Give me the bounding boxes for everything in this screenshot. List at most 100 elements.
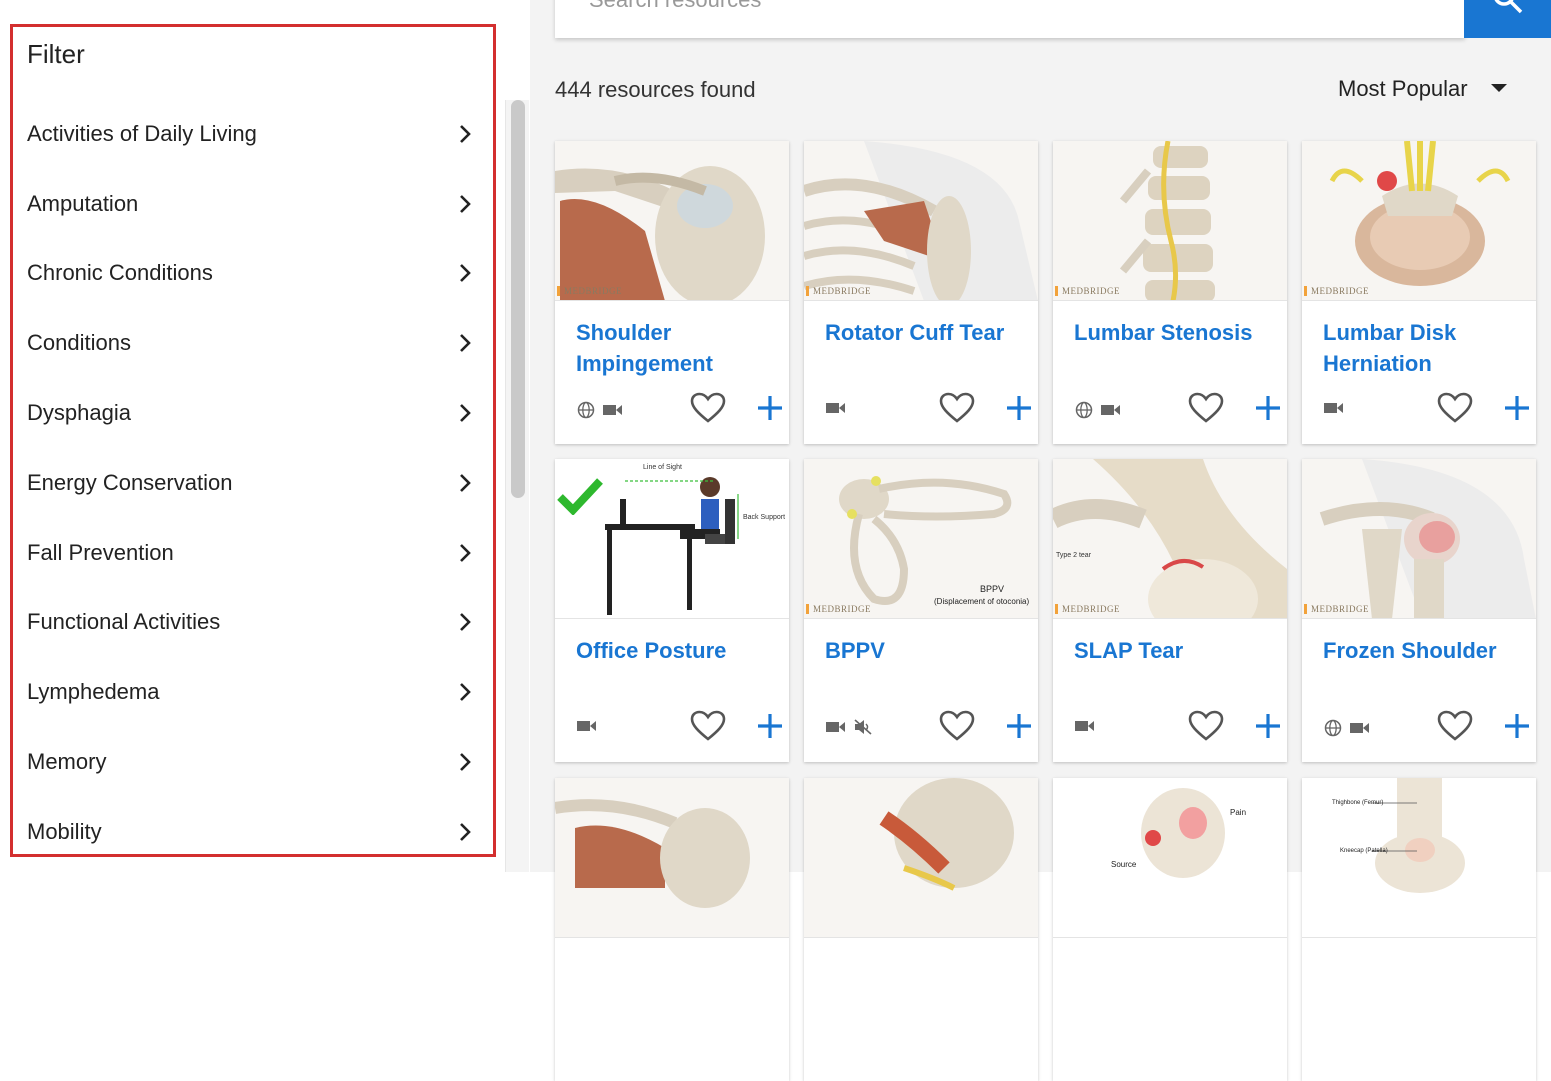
media-icons: [577, 719, 597, 738]
favorite-heart-icon[interactable]: [938, 389, 976, 427]
thumb-label-source: Source: [1111, 860, 1137, 869]
filter-item-dysphagia[interactable]: Dysphagia: [13, 378, 493, 448]
filter-item-functional-activities[interactable]: Functional Activities: [13, 588, 493, 658]
resource-card-slap-tear[interactable]: Type 2 tear MEDBRIDGE SLAP Tear: [1053, 459, 1287, 762]
resource-card[interactable]: [555, 778, 789, 1081]
filter-item-label: Lymphedema: [27, 679, 160, 705]
search-button[interactable]: [1464, 0, 1551, 38]
resource-card-office-posture[interactable]: Line of Sight Back Support Office Postur…: [555, 459, 789, 762]
filter-item-chronic-conditions[interactable]: Chronic Conditions: [13, 239, 493, 309]
add-plus-icon[interactable]: [1249, 707, 1287, 745]
resource-title: Rotator Cuff Tear: [825, 320, 1005, 345]
filter-item-mobility[interactable]: Mobility: [13, 797, 493, 854]
add-plus-icon[interactable]: [1000, 707, 1038, 745]
resource-thumbnail: Line of Sight Back Support: [555, 459, 789, 619]
filter-item-label: Activities of Daily Living: [27, 120, 257, 146]
resource-card-bppv[interactable]: BPPV (Displacement of otoconia) MEDBRIDG…: [804, 459, 1038, 762]
search-input[interactable]: [589, 0, 1449, 14]
scrollbar-thumb[interactable]: [511, 100, 525, 498]
results-count: 444 resources found: [555, 77, 756, 102]
add-plus-icon[interactable]: [751, 707, 789, 745]
filter-item-label: Energy Conservation: [27, 469, 233, 495]
card-footer: [577, 707, 782, 747]
filter-item-memory[interactable]: Memory: [13, 727, 493, 797]
filter-item-label: Amputation: [27, 190, 139, 216]
resource-card-lumbar-disk-herniation[interactable]: MEDBRIDGE Lumbar Disk Herniation: [1302, 141, 1536, 444]
sidebar-scrollbar[interactable]: [505, 100, 529, 872]
card-footer: [1324, 389, 1529, 429]
favorite-heart-icon[interactable]: [938, 707, 976, 745]
chevron-right-icon: [455, 473, 475, 493]
resource-card-shoulder-impingement[interactable]: MEDBRIDGE Shoulder Impingement: [555, 141, 789, 444]
filter-item-energy-conservation[interactable]: Energy Conservation: [13, 448, 493, 518]
media-icons: [1075, 401, 1121, 424]
chevron-right-icon: [455, 263, 475, 283]
media-icons: [826, 401, 846, 420]
favorite-heart-icon[interactable]: [1187, 707, 1225, 745]
resource-card[interactable]: Thighbone (Femur) Kneecap (Patella): [1302, 778, 1536, 1081]
filter-item-label: Mobility: [27, 818, 102, 844]
card-footer: [826, 389, 1031, 429]
add-plus-icon[interactable]: [1498, 707, 1536, 745]
favorite-heart-icon[interactable]: [689, 707, 727, 745]
filter-item-amputation[interactable]: Amputation: [13, 169, 493, 239]
resource-title: Lumbar Disk Herniation: [1323, 320, 1457, 376]
medbridge-watermark: MEDBRIDGE: [806, 286, 871, 296]
resource-thumbnail: MEDBRIDGE: [1302, 459, 1536, 619]
chevron-right-icon: [455, 752, 475, 772]
resource-title: SLAP Tear: [1074, 638, 1184, 663]
resource-thumbnail: [804, 778, 1038, 938]
resource-card-lumbar-stenosis[interactable]: MEDBRIDGE Lumbar Stenosis: [1053, 141, 1287, 444]
resource-card[interactable]: [804, 778, 1038, 1081]
chevron-right-icon: [455, 543, 475, 563]
filter-item-label: Conditions: [27, 330, 131, 356]
add-plus-icon[interactable]: [1000, 389, 1038, 427]
resource-thumbnail: MEDBRIDGE: [1302, 141, 1536, 301]
media-icons: [826, 719, 872, 740]
video-icon: [1350, 721, 1370, 740]
chevron-right-icon: [455, 194, 475, 214]
resource-card-rotator-cuff-tear[interactable]: MEDBRIDGE Rotator Cuff Tear: [804, 141, 1038, 444]
card-footer: [1075, 707, 1280, 747]
resource-card[interactable]: Pain Source: [1053, 778, 1287, 1081]
sort-label: Most Popular: [1338, 76, 1468, 101]
add-plus-icon[interactable]: [1498, 389, 1536, 427]
video-icon: [1324, 401, 1344, 420]
search-bar: [555, 0, 1465, 38]
favorite-heart-icon[interactable]: [689, 389, 727, 427]
video-icon: [1075, 719, 1095, 738]
resource-thumbnail: MEDBRIDGE: [1053, 141, 1287, 301]
filter-item-fall-prevention[interactable]: Fall Prevention: [13, 518, 493, 588]
favorite-heart-icon[interactable]: [1187, 389, 1225, 427]
resource-title: Office Posture: [576, 638, 727, 663]
chevron-right-icon: [455, 124, 475, 144]
medbridge-watermark: MEDBRIDGE: [806, 604, 871, 614]
resource-thumbnail: BPPV (Displacement of otoconia) MEDBRIDG…: [804, 459, 1038, 619]
favorite-heart-icon[interactable]: [1436, 389, 1474, 427]
resource-thumbnail: Pain Source: [1053, 778, 1287, 938]
resource-thumbnail: [555, 778, 789, 938]
add-plus-icon[interactable]: [751, 389, 789, 427]
media-icons: [1324, 719, 1370, 742]
medbridge-watermark: MEDBRIDGE: [557, 286, 622, 296]
medbridge-watermark: MEDBRIDGE: [1304, 604, 1369, 614]
resource-thumbnail: MEDBRIDGE: [804, 141, 1038, 301]
thumb-label-displacement: (Displacement of otoconia): [934, 597, 1029, 606]
filter-item-lymphedema[interactable]: Lymphedema: [13, 657, 493, 727]
add-plus-icon[interactable]: [1249, 389, 1287, 427]
filter-title: Filter: [27, 39, 85, 69]
search-icon: [1491, 0, 1525, 21]
card-footer: [826, 707, 1031, 747]
filter-item-label: Functional Activities: [27, 609, 221, 635]
caret-down-icon: [1490, 80, 1508, 98]
video-icon: [603, 403, 623, 422]
resource-card-frozen-shoulder[interactable]: MEDBRIDGE Frozen Shoulder: [1302, 459, 1536, 762]
sort-dropdown[interactable]: Most Popular: [1338, 76, 1508, 102]
favorite-heart-icon[interactable]: [1436, 707, 1474, 745]
thumb-label-bppv: BPPV: [980, 584, 1004, 594]
filter-item-conditions[interactable]: Conditions: [13, 308, 493, 378]
video-icon: [577, 719, 597, 738]
filter-item-activities-of-daily-living[interactable]: Activities of Daily Living: [13, 99, 493, 169]
chevron-right-icon: [455, 682, 475, 702]
globe-icon: [577, 401, 595, 424]
